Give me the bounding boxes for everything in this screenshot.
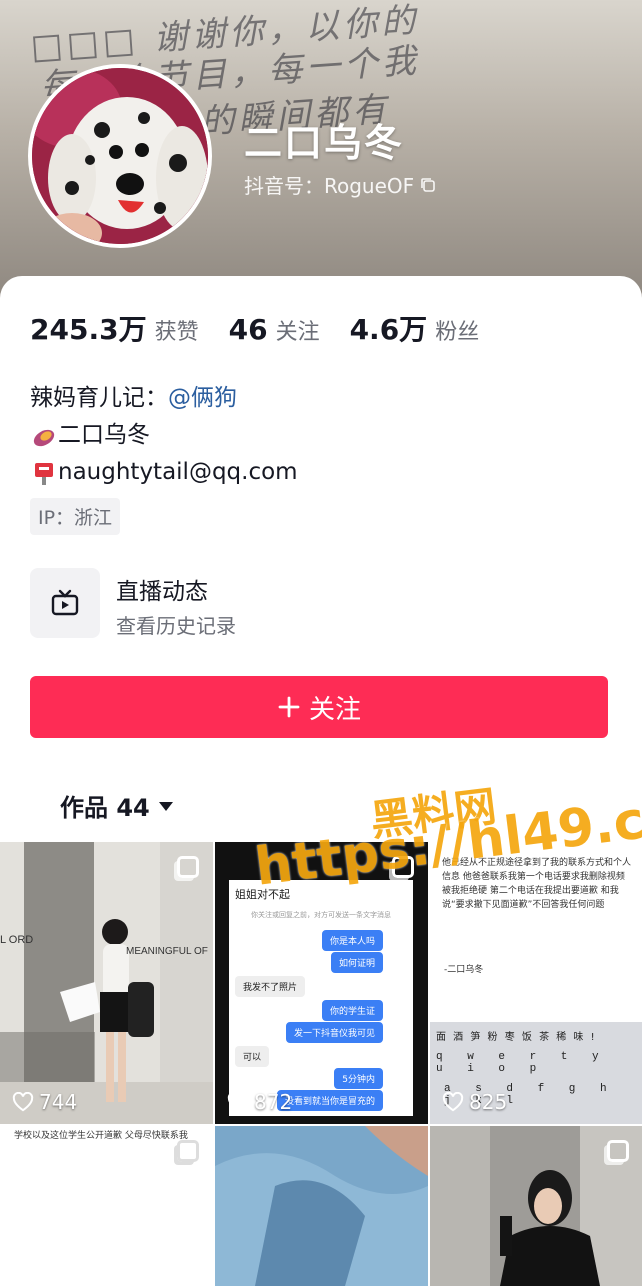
chat-message-sent: 发一下抖音仪我可见 bbox=[285, 1022, 383, 1043]
douyin-id[interactable]: 抖音号：RogueOF bbox=[244, 170, 436, 199]
profile-bio: 辣妈育儿记：@俩狗 二口乌冬 naughtytail@qq.com bbox=[30, 380, 298, 491]
postbox-icon bbox=[35, 462, 53, 485]
live-history-subtitle: 查看历史记录 bbox=[116, 614, 236, 638]
caret-down-icon[interactable] bbox=[158, 800, 174, 812]
wall-text-left: L ORD bbox=[0, 934, 34, 946]
keyboard-suggestion-row: 面 酒 笋 粉 枣 饭 茶 稀 味 ! bbox=[436, 1032, 597, 1043]
video-grid: MEANINGFUL OF L ORD 744 姐姐对不起 你关注或回复之前，对… bbox=[0, 842, 642, 1286]
chat-message-sent: 没看到就当你是冒充的 bbox=[276, 1090, 383, 1111]
ip-location-tag: IP：浙江 bbox=[30, 498, 121, 535]
stat-likes[interactable]: 245.3万 获赞 bbox=[30, 308, 199, 348]
avatar[interactable] bbox=[28, 64, 212, 248]
follow-button-label: 关注 bbox=[308, 694, 361, 725]
video-thumbnail[interactable]: 他已经从不正规途径拿到了我的联系方式和个人信息 他爸爸联系我第一个电话要求我删除… bbox=[430, 842, 642, 1124]
note-text: 学校以及这位学生公开道歉 父母尽快联系我 bbox=[14, 1131, 188, 1141]
bio-line-3: naughtytail@qq.com bbox=[30, 454, 298, 491]
bio-line-2: 二口乌冬 bbox=[30, 417, 298, 454]
stat-following-label: 关注 bbox=[275, 320, 320, 345]
stat-likes-count: 245.3万 bbox=[30, 313, 147, 346]
stat-followers-label: 粉丝 bbox=[435, 320, 480, 345]
stat-following[interactable]: 46 关注 bbox=[229, 313, 320, 346]
stat-following-count: 46 bbox=[228, 313, 268, 346]
stat-likes-label: 获赞 bbox=[154, 320, 199, 345]
video-thumbnail[interactable] bbox=[430, 1126, 642, 1286]
keyboard-row: q w e r t y u i o p bbox=[436, 1051, 608, 1075]
chat-screenshot: 姐姐对不起 你关注或回复之前，对方可发送一条文字消息 你是本人吗 如何证明 我发… bbox=[229, 880, 413, 1116]
video-likes-count: 825 bbox=[469, 1090, 508, 1114]
video-likes-count: 872 bbox=[254, 1090, 293, 1114]
avatar-plush-dog-image bbox=[32, 68, 208, 244]
video-thumbnail[interactable]: 学校以及这位学生公开道歉 父母尽快联系我 bbox=[0, 1126, 213, 1286]
follow-button[interactable]: 关注 bbox=[30, 676, 608, 738]
video-thumbnail-image bbox=[215, 1126, 428, 1286]
sweet-potato-icon bbox=[33, 429, 55, 446]
multi-image-icon bbox=[607, 1140, 629, 1162]
live-history-title[interactable]: 直播动态 bbox=[116, 572, 208, 606]
note-signature: -二口乌冬 bbox=[444, 965, 484, 975]
tab-works-label: 作品 44 bbox=[60, 794, 150, 822]
video-likes-count: 744 bbox=[39, 1090, 78, 1114]
tv-icon bbox=[51, 589, 79, 616]
video-likes: 744 bbox=[12, 1090, 77, 1114]
heart-icon bbox=[12, 1092, 34, 1112]
video-thumbnail[interactable] bbox=[215, 1126, 428, 1286]
bio-line-2-text: 二口乌冬 bbox=[58, 422, 150, 448]
bio-email[interactable]: naughtytail@qq.com bbox=[58, 454, 298, 491]
video-likes: 872 bbox=[227, 1090, 292, 1114]
live-history-button[interactable] bbox=[30, 568, 100, 638]
heart-icon bbox=[227, 1092, 249, 1112]
stat-followers[interactable]: 4.6万 粉丝 bbox=[350, 308, 480, 348]
multi-image-icon bbox=[177, 856, 199, 878]
chat-message-sent: 你的学生证 bbox=[321, 1000, 383, 1021]
bio-mention-link[interactable]: @俩狗 bbox=[168, 385, 237, 411]
chat-message-sent: 如何证明 bbox=[330, 952, 383, 973]
copy-icon[interactable] bbox=[420, 177, 436, 193]
profile-card: 245.3万 获赞 46 关注 4.6万 粉丝 辣妈育儿记：@俩狗 二口乌冬 n… bbox=[0, 276, 642, 1286]
bio-line-1: 辣妈育儿记：@俩狗 bbox=[30, 380, 298, 417]
chat-note: 你关注或回复之前，对方可发送一条文字消息 bbox=[251, 911, 391, 919]
chat-message-sent: 5分钟内 bbox=[334, 1068, 383, 1089]
heart-icon bbox=[442, 1092, 464, 1112]
chat-message-received: 我发不了照片 bbox=[235, 976, 306, 997]
video-thumbnail[interactable]: MEANINGFUL OF L ORD 744 bbox=[0, 842, 213, 1124]
wall-text: MEANINGFUL OF bbox=[126, 946, 208, 957]
multi-image-icon bbox=[177, 1140, 199, 1162]
tab-works[interactable]: 作品 44 bbox=[60, 788, 174, 823]
stats-row: 245.3万 获赞 46 关注 4.6万 粉丝 bbox=[30, 308, 509, 348]
bio-line-1-text: 辣妈育儿记： bbox=[30, 385, 168, 411]
profile-nickname: 二口乌冬 bbox=[244, 121, 405, 165]
video-thumbnail-image bbox=[0, 842, 213, 1124]
profile-header: □□□ 谢谢你，以你的 每一个节目，每一个我 的瞬间都有 二口乌冬 抖音号：Ro… bbox=[0, 0, 642, 300]
chat-message-sent: 你是本人吗 bbox=[321, 930, 383, 951]
plus-icon bbox=[278, 696, 300, 718]
video-likes: 825 bbox=[442, 1090, 507, 1114]
douyin-id-text: 抖音号：RogueOF bbox=[244, 174, 415, 198]
chat-message-received: 可以 bbox=[235, 1046, 270, 1067]
stat-followers-count: 4.6万 bbox=[349, 313, 428, 346]
